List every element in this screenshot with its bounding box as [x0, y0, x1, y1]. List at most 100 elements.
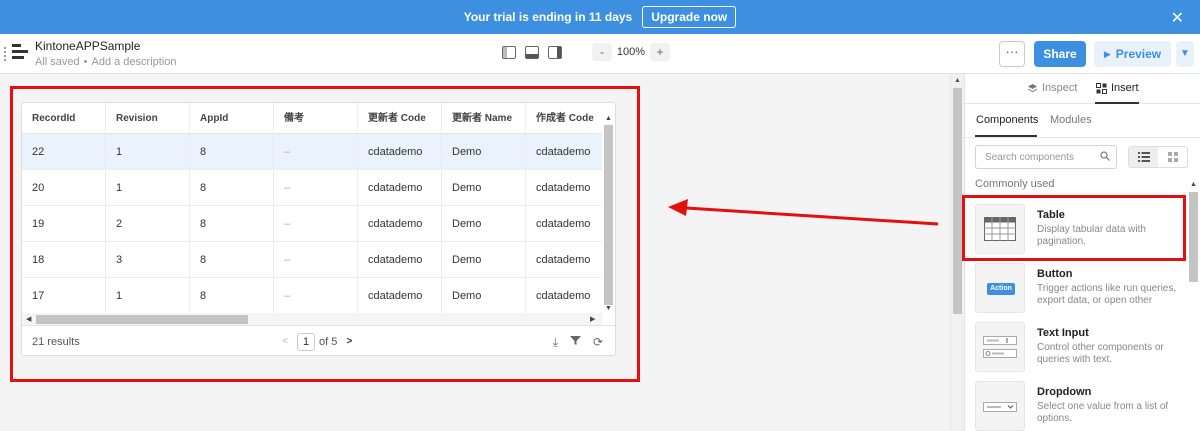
filter-icon[interactable]	[569, 335, 581, 350]
next-page-icon[interactable]: >	[341, 333, 357, 351]
grid-view-icon[interactable]	[1158, 147, 1187, 167]
upgrade-button[interactable]: Upgrade now	[642, 6, 737, 28]
component-name: Text Input	[1037, 327, 1089, 339]
page-input[interactable]: 1	[297, 333, 315, 351]
table-widget[interactable]: RecordId Revision AppId 備考 更新者 Code 更新者 …	[21, 102, 616, 356]
tab-inspect[interactable]: Inspect	[1027, 82, 1077, 94]
column-header-revision[interactable]: Revision	[106, 103, 190, 134]
table-cell: –	[274, 206, 358, 242]
app-name[interactable]: KintoneAPPSample	[35, 39, 140, 53]
component-thumbnail	[975, 381, 1025, 431]
search-input[interactable]	[976, 146, 1096, 168]
zoom-in-button[interactable]: +	[650, 43, 670, 61]
tab-modules[interactable]: Modules	[1050, 114, 1092, 126]
table-hscroll-thumb[interactable]	[36, 315, 248, 324]
layout-toggle	[1128, 146, 1188, 168]
component-text-input[interactable]: Text Input Control other components or q…	[975, 322, 1185, 374]
refresh-icon[interactable]: ⟳	[593, 335, 603, 350]
trial-message: Your trial is ending in 11 days	[463, 10, 633, 24]
table-row[interactable]: 22 1 8 – cdatademo Demo cdatademo	[22, 134, 602, 170]
preview-button[interactable]: ▶ Preview	[1094, 41, 1171, 67]
scroll-down-icon[interactable]: ▼	[605, 305, 612, 312]
column-header-recordid[interactable]: RecordId	[22, 103, 106, 134]
table-cell: 22	[22, 134, 106, 170]
right-panel-icon[interactable]	[548, 46, 562, 59]
table-cell: cdatademo	[536, 182, 591, 194]
zoom-out-button[interactable]: -	[592, 43, 612, 61]
tab-inspect-label: Inspect	[1042, 82, 1078, 94]
scroll-up-icon[interactable]: ▲	[954, 77, 961, 84]
table-row[interactable]: 19 2 8 – cdatademo Demo cdatademo	[22, 206, 602, 242]
column-header-updater-name[interactable]: 更新者 Name	[442, 103, 526, 134]
table-cell: cdatademo	[358, 134, 442, 170]
table-cell: cdatademo	[536, 290, 591, 302]
component-button[interactable]: Action Button Trigger actions like run q…	[975, 263, 1185, 315]
component-dropdown[interactable]: Dropdown Select one value from a list of…	[975, 381, 1185, 431]
scroll-right-icon[interactable]: ▶	[590, 315, 595, 323]
scroll-up-icon[interactable]: ▲	[1190, 181, 1197, 188]
table-cell: –	[274, 134, 358, 170]
component-highlight-box	[962, 195, 1186, 261]
play-icon: ▶	[1103, 48, 1111, 59]
drag-handle-icon[interactable]	[4, 47, 7, 61]
app-header: KintoneAPPSample All saved • Add a descrip…	[0, 34, 1200, 74]
search-icon[interactable]	[1100, 151, 1110, 161]
table-vscroll-thumb[interactable]	[604, 125, 613, 305]
pagination: < 1 of 5 >	[277, 333, 357, 351]
column-header-note[interactable]: 備考	[274, 103, 358, 134]
component-description: Control other components or queries with…	[1037, 342, 1164, 365]
table-cell: cdatademo	[536, 146, 591, 158]
app-icon	[12, 44, 28, 60]
table-cell: Demo	[442, 206, 526, 242]
table-row[interactable]: 17 1 8 – cdatademo Demo cdatademo	[22, 278, 602, 314]
close-icon[interactable]: ✕	[1171, 8, 1184, 28]
results-count: 21 results	[32, 336, 80, 348]
trial-banner: Your trial is ending in 11 days Upgrade …	[0, 0, 1200, 34]
table-footer: 21 results < 1 of 5 > ⤓ ⟳	[22, 325, 615, 355]
table-cell: 8	[190, 134, 274, 170]
page-total: of 5	[319, 336, 338, 348]
panel-scrollbar[interactable]: ▲	[1187, 178, 1199, 431]
scroll-left-icon[interactable]: ◀	[26, 315, 31, 323]
table-cell: 8	[190, 242, 274, 278]
download-icon[interactable]: ⤓	[553, 335, 558, 350]
tab-components[interactable]: Components	[976, 114, 1038, 126]
dropdown-icon	[983, 402, 1017, 412]
table-cell: –	[274, 170, 358, 206]
insert-icon	[1096, 82, 1107, 94]
table-row[interactable]: 20 1 8 – cdatademo Demo cdatademo	[22, 170, 602, 206]
table-cell: cdatademo	[358, 170, 442, 206]
prev-page-icon[interactable]: <	[277, 333, 293, 351]
table-cell: Demo	[442, 134, 526, 170]
active-subtab-indicator	[975, 135, 1037, 137]
table-cell: Demo	[442, 278, 526, 314]
chevron-down-icon[interactable]: ▼	[1176, 41, 1194, 67]
scroll-up-icon[interactable]: ▲	[605, 115, 612, 122]
share-button[interactable]: Share	[1034, 41, 1086, 67]
component-name: Dropdown	[1037, 386, 1092, 398]
tab-insert-label: Insert	[1111, 82, 1139, 94]
panel-scroll-thumb[interactable]	[1189, 192, 1198, 282]
table-cell: 8	[190, 206, 274, 242]
table-cell: 1	[106, 134, 190, 170]
column-header-updater-code[interactable]: 更新者 Code	[358, 103, 442, 134]
zoom-level: 100%	[616, 46, 646, 58]
description-field[interactable]: Add a description	[92, 56, 177, 68]
column-header-creator-code[interactable]: 作成者 Code	[526, 103, 602, 134]
table-horizontal-scrollbar[interactable]: ◀ ▶	[22, 313, 602, 325]
table-row[interactable]: 18 3 8 – cdatademo Demo cdatademo	[22, 242, 602, 278]
table-cell: 1	[106, 170, 190, 206]
list-view-icon[interactable]	[1129, 147, 1158, 167]
more-options-button[interactable]: ···	[999, 41, 1025, 67]
left-panel-icon[interactable]	[502, 46, 516, 59]
component-name: Button	[1037, 268, 1073, 280]
canvas-scroll-thumb[interactable]	[953, 88, 962, 314]
bottom-panel-icon[interactable]	[525, 46, 539, 59]
table-cell: cdatademo	[536, 254, 591, 266]
table-vertical-scrollbar[interactable]: ▲ ▼	[602, 115, 614, 313]
table-cell: cdatademo	[358, 206, 442, 242]
component-thumbnail	[975, 322, 1025, 372]
tab-insert[interactable]: Insert	[1096, 82, 1139, 94]
column-header-appid[interactable]: AppId	[190, 103, 274, 134]
table-cell: –	[274, 278, 358, 314]
